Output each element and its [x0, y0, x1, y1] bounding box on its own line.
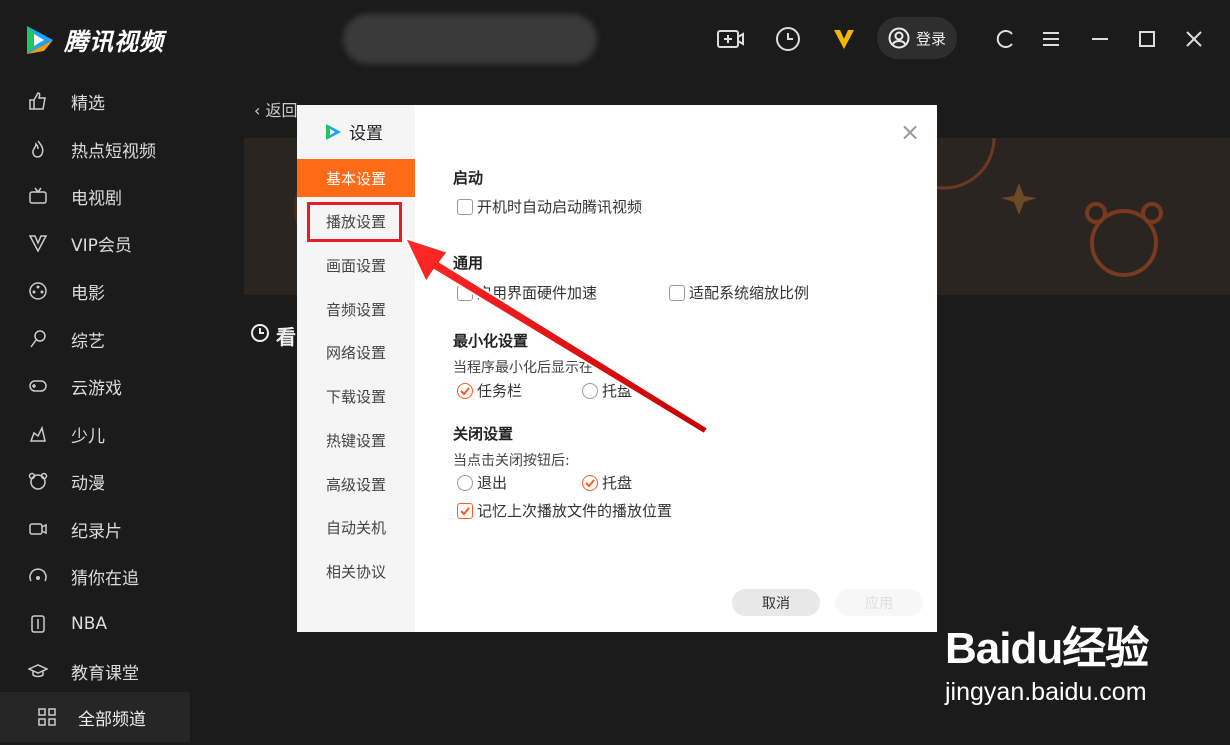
sidebar-item-education[interactable]: 教育课堂: [0, 651, 190, 691]
clock-icon: [250, 323, 270, 348]
child-icon: [27, 423, 49, 445]
hw-accel-checkbox[interactable]: 启用界面硬件加速: [457, 282, 597, 303]
minimize-taskbar-radio[interactable]: 任务栏: [457, 380, 522, 401]
auto-start-checkbox[interactable]: 开机时自动启动腾讯视频: [457, 196, 642, 217]
sidebar-item-documentary[interactable]: 纪录片: [0, 509, 190, 549]
tab-basic[interactable]: 基本设置: [297, 159, 415, 197]
bear-icon: [27, 470, 49, 492]
tencent-video-logo-icon: [326, 123, 341, 140]
tab-audio[interactable]: 音频设置: [297, 290, 415, 328]
radio-unchecked-icon: [582, 382, 598, 399]
checkbox-checked-icon: [457, 502, 473, 519]
highlight-box: [307, 202, 402, 242]
tab-network[interactable]: 网络设置: [297, 333, 415, 371]
radar-icon: [27, 565, 49, 587]
watermark-url: jingyan.baidu.com: [945, 678, 1147, 706]
film-reel-icon: [27, 280, 49, 302]
flame-icon: [27, 138, 49, 160]
camera-icon: [27, 518, 49, 540]
close-window-icon[interactable]: [1179, 24, 1209, 54]
tab-download[interactable]: 下载设置: [297, 377, 415, 415]
radio-checked-icon: [582, 474, 598, 491]
sidebar-item-cloud-games[interactable]: 云游戏: [0, 366, 190, 406]
refresh-icon[interactable]: [990, 24, 1020, 54]
tencent-video-logo-icon: [27, 25, 53, 54]
microphone-icon: [27, 328, 49, 350]
upload-video-icon[interactable]: [715, 24, 745, 54]
app-logo[interactable]: 腾讯视频: [22, 22, 164, 57]
apply-button[interactable]: 应用: [835, 589, 923, 616]
watch-history-title: 看: [250, 321, 296, 350]
maximize-icon[interactable]: [1132, 24, 1162, 54]
sidebar-item-hot-shorts[interactable]: 热点短视频: [0, 129, 190, 169]
thumbs-up-icon: [27, 90, 49, 112]
login-label: 登录: [915, 29, 946, 48]
minimize-tray-radio[interactable]: 托盘: [582, 380, 632, 401]
vip-crown-icon[interactable]: [829, 24, 859, 54]
graduation-cap-icon: [27, 660, 49, 682]
watermark-brand: Baidu经验: [945, 624, 1149, 673]
section-startup-title: 启动: [453, 169, 484, 187]
settings-title: 设置: [323, 119, 383, 144]
scale-checkbox[interactable]: 适配系统缩放比例: [669, 282, 809, 303]
gamepad-icon: [27, 375, 49, 397]
minimize-icon[interactable]: [1085, 24, 1115, 54]
all-channels-button[interactable]: 全部频道: [0, 692, 190, 742]
remember-position-checkbox[interactable]: 记忆上次播放文件的播放位置: [457, 500, 672, 521]
menu-icon[interactable]: [1036, 24, 1066, 54]
tab-auto-shutdown[interactable]: 自动关机: [297, 508, 415, 546]
dialog-close-icon[interactable]: ×: [899, 120, 921, 144]
sidebar-item-nba[interactable]: NBA: [0, 604, 190, 644]
sidebar-item-vip[interactable]: VIP会员: [0, 223, 190, 263]
section-general-title: 通用: [453, 254, 484, 272]
sidebar: 精选 热点短视频 电视剧 VIP会员 电影 综艺 云游戏 少儿 动漫 纪录片 猜…: [0, 78, 190, 745]
settings-sidebar: 设置 基本设置 播放设置 画面设置 音频设置 网络设置 下载设置 热键设置 高级…: [297, 105, 415, 632]
title-bar: 腾讯视频 登录: [0, 0, 1230, 78]
section-minimize-title: 最小化设置: [453, 332, 529, 350]
login-button[interactable]: 登录: [877, 17, 957, 59]
radio-checked-icon: [457, 382, 473, 399]
checkbox-box: [457, 284, 473, 301]
checkbox-box: [457, 198, 473, 215]
baidu-watermark: Baidu经验 jingyan.baidu.com: [945, 612, 1149, 707]
sidebar-item-jingxuan[interactable]: 精选: [0, 81, 190, 121]
chevron-left-icon: ‹: [254, 101, 261, 120]
basketball-icon: [27, 613, 49, 635]
sidebar-item-following[interactable]: 猜你在追: [0, 556, 190, 596]
tab-agreements[interactable]: 相关协议: [297, 552, 415, 590]
checkbox-box: [669, 284, 685, 301]
minimize-desc: 当程序最小化后显示在: [453, 360, 593, 376]
all-channels-label: 全部频道: [78, 709, 146, 730]
app-name: 腾讯视频: [64, 28, 164, 56]
tab-hotkeys[interactable]: 热键设置: [297, 421, 415, 459]
search-box[interactable]: [343, 14, 597, 64]
tab-display[interactable]: 画面设置: [297, 246, 415, 284]
section-close-title: 关闭设置: [453, 425, 514, 443]
grid-icon: [37, 707, 57, 732]
sidebar-item-movies[interactable]: 电影: [0, 271, 190, 311]
back-link[interactable]: ‹ 返回: [254, 97, 298, 121]
settings-dialog: 设置 基本设置 播放设置 画面设置 音频设置 网络设置 下载设置 热键设置 高级…: [297, 105, 937, 632]
close-tray-radio[interactable]: 托盘: [582, 472, 632, 493]
sidebar-item-variety[interactable]: 综艺: [0, 319, 190, 359]
close-exit-radio[interactable]: 退出: [457, 472, 507, 493]
sidebar-item-kids[interactable]: 少儿: [0, 414, 190, 454]
radio-unchecked-icon: [457, 474, 473, 491]
sidebar-item-anime[interactable]: 动漫: [0, 461, 190, 501]
sidebar-item-tv-series[interactable]: 电视剧: [0, 176, 190, 216]
vip-icon: [27, 232, 49, 254]
user-avatar-icon: [888, 27, 910, 49]
history-clock-icon[interactable]: [773, 24, 803, 54]
tv-icon: [27, 185, 49, 207]
cancel-button[interactable]: 取消: [732, 589, 820, 616]
close-desc: 当点击关闭按钮后:: [453, 453, 570, 469]
tab-advanced[interactable]: 高级设置: [297, 465, 415, 503]
